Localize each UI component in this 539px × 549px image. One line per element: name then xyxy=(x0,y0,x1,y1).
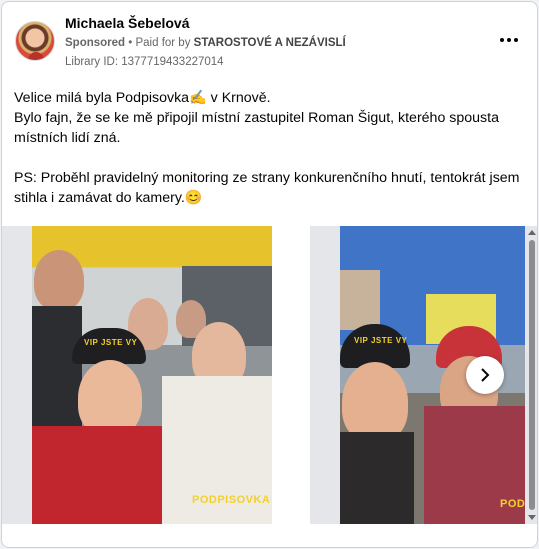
avatar[interactable] xyxy=(15,21,55,61)
woman-face xyxy=(78,360,142,436)
beanie-text: VIP JSTE VY xyxy=(84,338,138,347)
meta-separator: • xyxy=(125,37,136,49)
ad-header: Michaela Šebelová Sponsored • Paid for b… xyxy=(14,13,525,75)
scroll-up-arrow-icon[interactable] xyxy=(528,230,536,235)
ad-card: Michaela Šebelová Sponsored • Paid for b… xyxy=(1,1,538,548)
chevron-right-icon xyxy=(481,368,490,382)
scroll-thumb[interactable] xyxy=(529,240,535,510)
sponsored-label: Sponsored xyxy=(65,37,126,49)
person-body-1 xyxy=(32,306,82,426)
person-face-1 xyxy=(34,250,84,310)
left-building xyxy=(340,270,380,330)
woman-face-2 xyxy=(342,362,408,442)
beanie-text-2: VIP JSTE VY xyxy=(354,336,408,345)
post-line-3: PS: Proběhl pravidelný monitoring ze str… xyxy=(14,170,520,206)
carousel-scrollbar[interactable] xyxy=(527,230,537,520)
post-body: Velice milá byla Podpisovka✍️ v Krnově. … xyxy=(14,88,521,208)
advertiser-name[interactable]: Michaela Šebelová xyxy=(65,15,190,31)
group-selfie-photo: VIP JSTE VY PODPISOVKA xyxy=(32,226,272,524)
more-options-dots-icon xyxy=(500,38,518,42)
more-options-icon[interactable] xyxy=(495,31,523,51)
post-line-2: Bylo fajn, že se ke mě připojil místní z… xyxy=(14,110,499,146)
sponsored-line: Sponsored • Paid for by STAROSTOVÉ A NEZ… xyxy=(65,37,346,49)
image-carousel[interactable]: VIP JSTE VY PODPISOVKA VIP JSTE VY PODI xyxy=(2,226,537,524)
carousel-next-button[interactable] xyxy=(466,356,504,394)
dark-coat xyxy=(340,432,414,524)
podpisovka-brand-tag-2: PODI xyxy=(500,498,525,510)
paid-for-prefix: Paid for by xyxy=(135,37,194,49)
podpisovka-brand-tag: PODPISOVKA xyxy=(192,494,271,506)
post-line-1: Velice milá byla Podpisovka✍️ v Krnově. xyxy=(14,90,271,106)
payer-name[interactable]: STAROSTOVÉ A NEZÁVISLÍ xyxy=(194,37,346,49)
red-sweater xyxy=(32,426,162,524)
carousel-slide-1[interactable]: VIP JSTE VY PODPISOVKA xyxy=(2,226,272,524)
library-id: Library ID: 1377719433227014 xyxy=(65,56,224,68)
scroll-down-arrow-icon[interactable] xyxy=(528,515,536,520)
